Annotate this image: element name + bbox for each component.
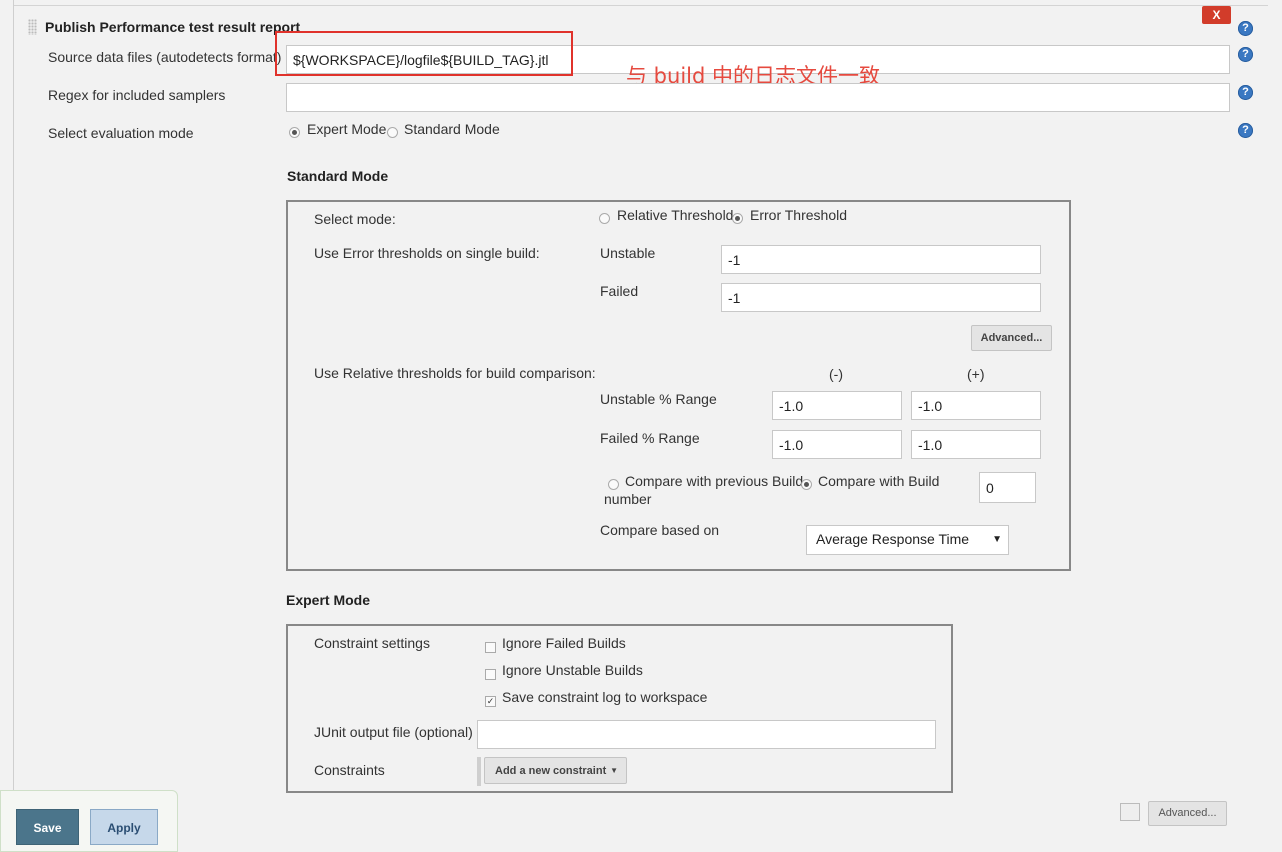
- failed-label: Failed: [600, 283, 639, 299]
- constraint-settings-label: Constraint settings: [314, 635, 430, 651]
- select-mode-label: Select mode:: [314, 211, 396, 227]
- add-constraint-label: Add a new constraint: [495, 765, 607, 777]
- eval-mode-label: Select evaluation mode: [48, 125, 194, 141]
- failed-range-label: Failed % Range: [600, 430, 700, 446]
- ignore-failed-label[interactable]: Ignore Failed Builds: [502, 635, 626, 651]
- standard-mode-label[interactable]: Standard Mode: [404, 121, 500, 137]
- save-log-checkbox[interactable]: ✓: [485, 696, 496, 707]
- error-thresholds-label: Use Error thresholds on single build:: [314, 245, 540, 261]
- top-divider: [14, 5, 1268, 6]
- ignore-unstable-label[interactable]: Ignore Unstable Builds: [502, 662, 643, 678]
- help-icon[interactable]: ?: [1238, 85, 1253, 100]
- advanced-button[interactable]: Advanced...: [971, 325, 1052, 351]
- compare-build-label-cont: number: [604, 491, 652, 507]
- standard-mode-heading: Standard Mode: [287, 168, 389, 184]
- highlight-box: [275, 31, 573, 76]
- add-constraint-button[interactable]: Add a new constraint ▼: [484, 757, 627, 784]
- expert-mode-heading: Expert Mode: [286, 592, 371, 608]
- drag-handle-icon[interactable]: [28, 19, 37, 35]
- junit-output-label: JUnit output file (optional): [314, 724, 473, 740]
- unstable-range-minus-input[interactable]: [772, 391, 902, 420]
- source-files-label: Source data files (autodetects format): [48, 49, 282, 65]
- unstable-threshold-input[interactable]: [721, 245, 1041, 274]
- expert-mode-radio[interactable]: [289, 127, 300, 138]
- constraints-bar: [477, 757, 481, 786]
- expert-mode-label[interactable]: Expert Mode: [307, 121, 386, 137]
- error-threshold-label[interactable]: Error Threshold: [750, 207, 847, 223]
- relative-threshold-label[interactable]: Relative Threshold: [617, 207, 733, 223]
- minus-column-header: (-): [829, 366, 843, 382]
- relative-threshold-radio[interactable]: [599, 213, 610, 224]
- footer-advanced-button[interactable]: Advanced...: [1148, 801, 1227, 826]
- standard-mode-radio[interactable]: [387, 127, 398, 138]
- ignore-failed-checkbox[interactable]: [485, 642, 496, 653]
- compare-based-label: Compare based on: [600, 522, 720, 538]
- plus-column-header: (+): [967, 366, 985, 382]
- compare-previous-radio[interactable]: [608, 479, 619, 490]
- help-icon[interactable]: ?: [1238, 123, 1253, 138]
- compare-build-radio[interactable]: [801, 479, 812, 490]
- failed-range-plus-input[interactable]: [911, 430, 1041, 459]
- unstable-label: Unstable: [600, 245, 656, 261]
- unstable-range-plus-input[interactable]: [911, 391, 1041, 420]
- compare-previous-label[interactable]: Compare with previous Build: [625, 473, 803, 489]
- constraints-label: Constraints: [314, 762, 385, 778]
- compare-based-select[interactable]: Average Response Time ▼: [806, 525, 1009, 555]
- help-icon[interactable]: ?: [1238, 21, 1253, 36]
- compare-based-value: Average Response Time: [816, 531, 970, 547]
- error-threshold-radio[interactable]: [732, 213, 743, 224]
- regex-input[interactable]: [286, 83, 1230, 112]
- dropdown-arrow-icon: ▼: [992, 534, 1002, 545]
- section-title: Publish Performance test result report: [45, 19, 301, 35]
- relative-thresholds-label: Use Relative thresholds for build compar…: [314, 365, 596, 381]
- save-log-label[interactable]: Save constraint log to workspace: [502, 689, 707, 705]
- compare-build-label[interactable]: Compare with Build: [818, 473, 939, 489]
- failed-threshold-input[interactable]: [721, 283, 1041, 312]
- help-icon[interactable]: ?: [1238, 47, 1253, 62]
- delete-section-button[interactable]: X: [1202, 6, 1231, 24]
- build-number-input[interactable]: [979, 472, 1036, 503]
- failed-range-minus-input[interactable]: [772, 430, 902, 459]
- caret-down-icon: ▼: [610, 766, 618, 775]
- regex-label: Regex for included samplers: [48, 87, 226, 103]
- junit-output-input[interactable]: [477, 720, 936, 749]
- ignore-unstable-checkbox[interactable]: [485, 669, 496, 680]
- left-border: [13, 0, 14, 840]
- unstable-range-label: Unstable % Range: [600, 391, 717, 407]
- notepad-icon: [1120, 803, 1140, 821]
